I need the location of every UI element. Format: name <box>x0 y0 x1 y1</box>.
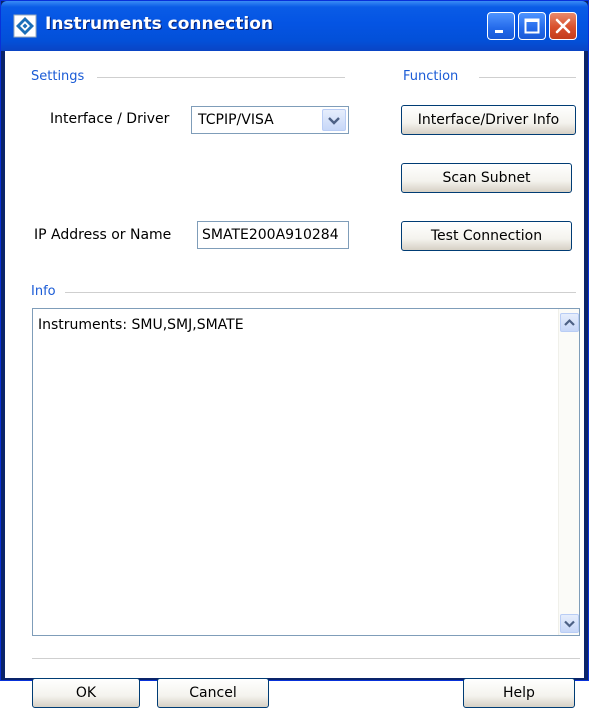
info-content: Instruments: SMU,SMJ,SMATE <box>38 317 244 333</box>
info-divider <box>65 292 576 293</box>
settings-divider <box>97 77 345 78</box>
footer-divider <box>32 658 580 659</box>
instruments-connection-window: Instruments connection Settings Function… <box>0 0 589 708</box>
interface-driver-select[interactable]: TCPIP/VISA <box>191 106 349 134</box>
scan-subnet-button[interactable]: Scan Subnet <box>401 163 572 193</box>
settings-group-label: Settings <box>31 69 93 84</box>
interface-driver-info-button[interactable]: Interface/Driver Info <box>401 105 576 135</box>
minimize-icon <box>495 30 503 33</box>
info-text-area[interactable]: Instruments: SMU,SMJ,SMATE <box>32 308 580 636</box>
close-icon <box>555 18 571 34</box>
scroll-up-button[interactable] <box>560 313 579 332</box>
help-button[interactable]: Help <box>463 678 575 708</box>
title-bar[interactable]: Instruments connection <box>1 1 588 51</box>
chevron-down-icon <box>328 117 340 125</box>
chevron-up-icon <box>564 318 575 326</box>
chevron-down-icon <box>564 620 575 628</box>
vertical-scrollbar[interactable] <box>558 309 579 635</box>
cancel-button[interactable]: Cancel <box>157 678 269 708</box>
app-diamond-icon <box>13 14 37 38</box>
scroll-down-button[interactable] <box>560 614 579 633</box>
interface-driver-value: TCPIP/VISA <box>198 112 274 128</box>
window-title: Instruments connection <box>45 14 273 34</box>
info-group-label: Info <box>31 284 64 299</box>
maximize-button[interactable] <box>518 12 546 40</box>
interface-driver-label: Interface / Driver <box>50 111 170 127</box>
maximize-icon <box>524 18 540 34</box>
dropdown-arrow-button[interactable] <box>322 109 346 131</box>
minimize-button[interactable] <box>487 12 515 40</box>
dialog-body: Settings Function Interface / Driver TCP… <box>5 51 584 708</box>
test-connection-button[interactable]: Test Connection <box>401 221 572 251</box>
function-divider <box>479 77 576 78</box>
ip-address-label: IP Address or Name <box>34 227 172 243</box>
ok-button[interactable]: OK <box>32 678 140 708</box>
close-button[interactable] <box>549 12 577 40</box>
ip-address-input[interactable] <box>198 222 348 248</box>
ip-address-field[interactable] <box>197 221 349 249</box>
function-group-label: Function <box>403 69 467 84</box>
